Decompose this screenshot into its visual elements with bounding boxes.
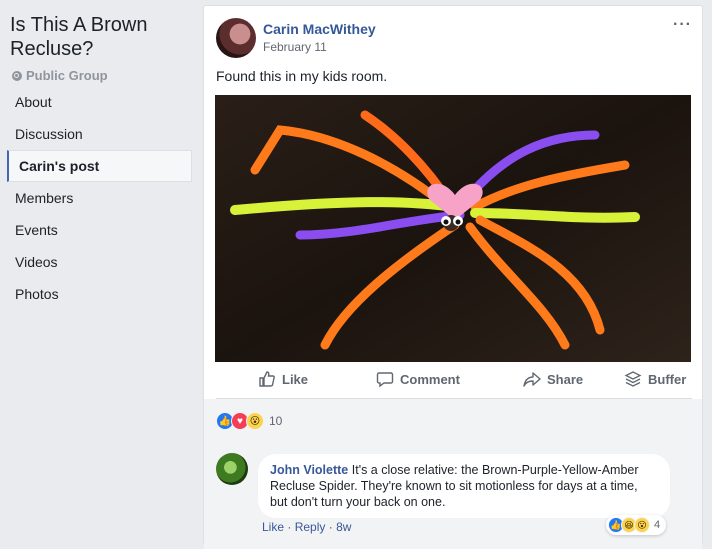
sidebar-item-discussion[interactable]: Discussion bbox=[7, 118, 192, 150]
comment-icon bbox=[376, 372, 394, 388]
like-label: Like bbox=[282, 371, 309, 387]
comment-reply-link[interactable]: Reply bbox=[295, 520, 326, 534]
share-label: Share bbox=[547, 371, 584, 387]
buffer-label: Buffer bbox=[648, 371, 687, 387]
share-button[interactable]: Share bbox=[523, 370, 583, 388]
post-text: Found this in my kids room. bbox=[216, 68, 388, 84]
post-date[interactable]: February 11 bbox=[263, 40, 327, 54]
comment-bubble: John Violette It's a close relative: the… bbox=[258, 454, 670, 518]
sidebar-item-about[interactable]: About bbox=[7, 86, 192, 118]
reaction-count: 10 bbox=[269, 414, 283, 428]
post-actions: Like Comment Share Buffer bbox=[216, 370, 692, 392]
commenter-avatar[interactable] bbox=[216, 453, 248, 485]
like-button[interactable]: Like bbox=[258, 370, 308, 388]
group-nav: About Discussion Carin's post Members Ev… bbox=[7, 86, 192, 310]
sidebar-item-photos[interactable]: Photos bbox=[7, 278, 192, 310]
comment-reactions[interactable]: 👍 😆 😮 4 bbox=[606, 515, 667, 535]
comment-label: Comment bbox=[400, 371, 460, 387]
group-privacy: Public Group bbox=[12, 68, 108, 83]
meta-separator: · bbox=[287, 520, 292, 534]
comment-like-link[interactable]: Like bbox=[262, 520, 284, 534]
post-card: Carin MacWithey February 11 ··· Found th… bbox=[203, 5, 703, 549]
author-avatar[interactable] bbox=[216, 18, 256, 58]
sidebar-item-events[interactable]: Events bbox=[7, 214, 192, 246]
sidebar-item-members[interactable]: Members bbox=[7, 182, 192, 214]
group-sidebar: Is This A Brown Recluse? Public Group Ab… bbox=[0, 0, 200, 531]
buffer-button[interactable]: Buffer bbox=[624, 370, 686, 388]
comment-author[interactable]: John Violette bbox=[270, 463, 348, 477]
ellipsis-icon[interactable]: ··· bbox=[673, 16, 692, 34]
sidebar-item-videos[interactable]: Videos bbox=[7, 246, 192, 278]
comments-section: 👍 ♥ 😮 10 John Violette It's a close rela… bbox=[204, 399, 702, 549]
comment-time[interactable]: 8w bbox=[336, 520, 351, 534]
thumbs-up-icon bbox=[259, 371, 275, 387]
post-author[interactable]: Carin MacWithey bbox=[263, 21, 376, 37]
comment-reaction-count: 4 bbox=[654, 519, 661, 531]
comment-meta: Like · Reply · 8w bbox=[262, 520, 351, 534]
post-reactions[interactable]: 👍 ♥ 😮 10 bbox=[216, 412, 282, 430]
globe-icon bbox=[12, 70, 22, 81]
comment-button[interactable]: Comment bbox=[376, 370, 460, 388]
buffer-stack-icon bbox=[624, 371, 642, 387]
pipe-cleaner-spider-image bbox=[215, 95, 691, 362]
wow-reaction-icon: 😮 bbox=[246, 412, 264, 430]
sidebar-item-carins-post[interactable]: Carin's post bbox=[7, 150, 192, 182]
group-title[interactable]: Is This A Brown Recluse? bbox=[10, 13, 190, 61]
group-privacy-label: Public Group bbox=[26, 68, 108, 83]
meta-separator: · bbox=[328, 520, 333, 534]
share-arrow-icon bbox=[523, 372, 541, 387]
post-photo[interactable] bbox=[215, 95, 691, 362]
